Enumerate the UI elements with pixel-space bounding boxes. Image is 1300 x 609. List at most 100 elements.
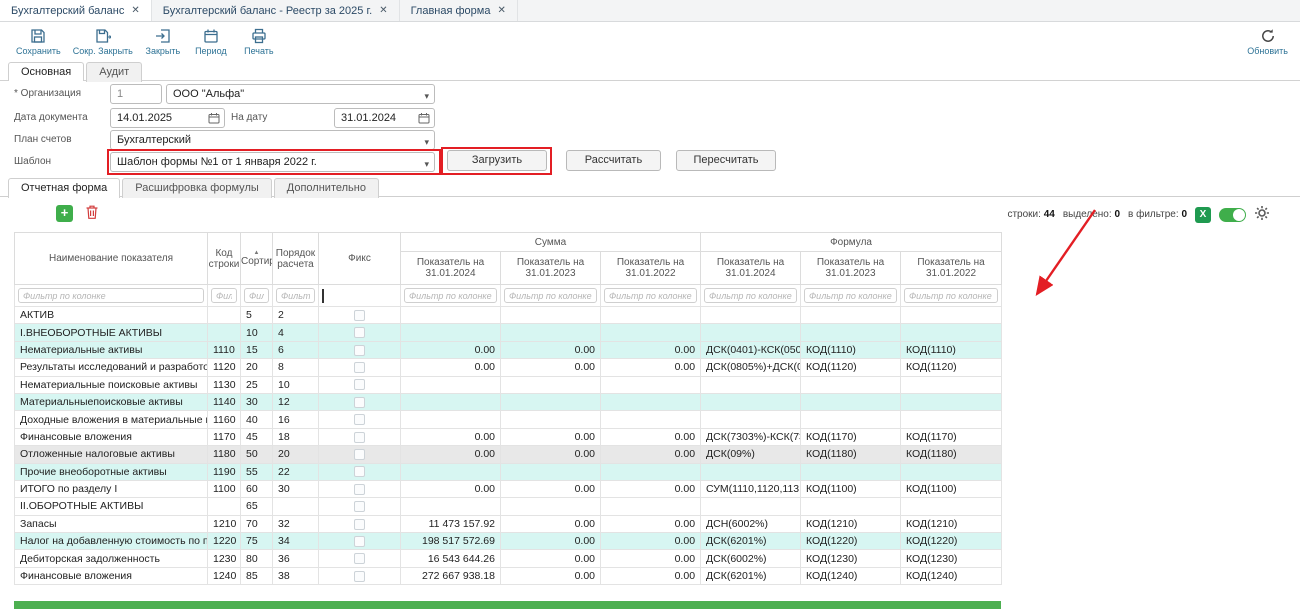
template-select[interactable]: Шаблон формы №1 от 1 января 2022 г. ▾	[110, 152, 435, 172]
tab-formula-decode[interactable]: Расшифровка формулы	[122, 178, 271, 198]
cell-fix[interactable]	[319, 567, 401, 584]
fix-checkbox[interactable]	[354, 536, 365, 547]
cell-fix[interactable]	[319, 550, 401, 567]
chart-of-accounts-select[interactable]: Бухгалтерский ▾	[110, 130, 435, 150]
table-row[interactable]: АКТИВ52	[15, 307, 1002, 324]
tab-additional[interactable]: Дополнительно	[274, 178, 379, 198]
fix-checkbox[interactable]	[354, 362, 365, 373]
fix-checkbox[interactable]	[354, 466, 365, 477]
table-row[interactable]: ИТОГО по разделу I110060300.000.000.00СУ…	[15, 480, 1002, 497]
fix-checkbox[interactable]	[354, 414, 365, 425]
table-row[interactable]: Отложенные налоговые активы118050200.000…	[15, 446, 1002, 463]
column-header-fix[interactable]: Фикс	[319, 233, 401, 285]
cell-fix[interactable]	[319, 498, 401, 515]
column-header-order[interactable]: Порядок расчета	[273, 233, 319, 285]
save-close-button[interactable]: Сокр. Закрыть	[67, 26, 139, 58]
organization-code-field[interactable]	[110, 84, 162, 104]
fix-checkbox[interactable]	[354, 501, 365, 512]
period-button[interactable]: Период	[187, 26, 235, 58]
column-header-sum-2024[interactable]: Показатель на 31.01.2024	[401, 252, 501, 285]
column-header-sort[interactable]: ▲Сортировки	[241, 233, 273, 285]
tab-audit[interactable]: Аудит	[86, 62, 142, 82]
cell-fix[interactable]	[319, 446, 401, 463]
filter-fix-cell[interactable]	[319, 285, 401, 307]
close-tab-icon[interactable]: ✕	[497, 5, 505, 16]
column-header-sum-2023[interactable]: Показатель на 31.01.2023	[501, 252, 601, 285]
filter-input-name[interactable]	[18, 288, 204, 303]
fix-checkbox[interactable]	[354, 310, 365, 321]
filter-input-formula-2024[interactable]	[704, 288, 797, 303]
cell-fix[interactable]	[319, 324, 401, 341]
delete-row-button[interactable]	[84, 204, 102, 222]
table-row[interactable]: Дебиторская задолженность1230803616 543 …	[15, 550, 1002, 567]
cell-fix[interactable]	[319, 393, 401, 410]
calendar-icon[interactable]	[418, 112, 430, 130]
cell-fix[interactable]	[319, 428, 401, 445]
refresh-button[interactable]: Обновить	[1241, 26, 1294, 58]
excel-export-icon[interactable]: X	[1195, 207, 1211, 223]
table-row[interactable]: I.ВНЕОБОРОТНЫЕ АКТИВЫ104	[15, 324, 1002, 341]
cell-fix[interactable]	[319, 515, 401, 532]
tab-main-form[interactable]: Главная форма ✕	[400, 0, 518, 21]
filter-input-sum-2022[interactable]	[604, 288, 697, 303]
filter-input-sum-2023[interactable]	[504, 288, 597, 303]
table-row[interactable]: Запасы1210703211 473 157.920.000.00ДСН(6…	[15, 515, 1002, 532]
cell-fix[interactable]	[319, 463, 401, 480]
filter-input-formula-2023[interactable]	[804, 288, 897, 303]
cell-fix[interactable]	[319, 411, 401, 428]
column-header-formula-2024[interactable]: Показатель на 31.01.2024	[701, 252, 801, 285]
filter-input-sum-2024[interactable]	[404, 288, 497, 303]
column-header-code[interactable]: Код строки	[208, 233, 241, 285]
add-row-button[interactable]: +	[56, 205, 73, 222]
table-row[interactable]: Нематериальные активы11101560.000.000.00…	[15, 341, 1002, 358]
cell-fix[interactable]	[319, 533, 401, 550]
table-row[interactable]: Налог на добавленную стоимость по пр...1…	[15, 533, 1002, 550]
fix-filter-checkbox[interactable]	[322, 289, 324, 303]
column-header-sum-2022[interactable]: Показатель на 31.01.2022	[601, 252, 701, 285]
gear-icon[interactable]	[1254, 205, 1270, 224]
table-row[interactable]: Финансовые вложения12408538272 667 938.1…	[15, 567, 1002, 584]
fix-checkbox[interactable]	[354, 484, 365, 495]
table-row[interactable]: Результаты исследований и разработок1120…	[15, 359, 1002, 376]
filter-input-code[interactable]	[211, 288, 237, 303]
recalculate-button[interactable]: Пересчитать	[676, 150, 776, 171]
column-header-formula-2022[interactable]: Показатель на 31.01.2022	[901, 252, 1002, 285]
tab-balance[interactable]: Бухгалтерский баланс ✕	[0, 0, 152, 21]
fix-checkbox[interactable]	[354, 571, 365, 582]
close-button[interactable]: Закрыть	[139, 26, 187, 58]
tab-report-form[interactable]: Отчетная форма	[8, 178, 120, 198]
cell-fix[interactable]	[319, 480, 401, 497]
doc-date-field[interactable]: 14.01.2025	[110, 108, 225, 128]
save-button[interactable]: Сохранить	[10, 26, 67, 58]
table-row[interactable]: Финансовые вложения117045180.000.000.00Д…	[15, 428, 1002, 445]
fix-checkbox[interactable]	[354, 449, 365, 460]
fix-checkbox[interactable]	[354, 432, 365, 443]
column-header-name[interactable]: Наименование показателя	[15, 233, 208, 285]
table-row[interactable]: Материальныепоисковые активы11403012	[15, 393, 1002, 410]
filter-input-sort[interactable]	[244, 288, 269, 303]
load-button[interactable]: Загрузить	[447, 150, 547, 171]
cell-fix[interactable]	[319, 359, 401, 376]
partial-row-highlight[interactable]	[14, 601, 1001, 609]
table-row[interactable]: Нематериальные поисковые активы11302510	[15, 376, 1002, 393]
table-row[interactable]: Прочие внеоборотные активы11905522	[15, 463, 1002, 480]
organization-select[interactable]: ООО "Альфа" ▾	[166, 84, 435, 104]
cell-fix[interactable]	[319, 376, 401, 393]
fix-checkbox[interactable]	[354, 345, 365, 356]
print-button[interactable]: Печать	[235, 26, 283, 58]
close-tab-icon[interactable]: ✕	[379, 5, 387, 16]
filter-input-formula-2022[interactable]	[904, 288, 998, 303]
close-tab-icon[interactable]: ✕	[131, 5, 139, 16]
table-row[interactable]: II.ОБОРОТНЫЕ АКТИВЫ65	[15, 498, 1002, 515]
fix-checkbox[interactable]	[354, 553, 365, 564]
tab-main[interactable]: Основная	[8, 62, 84, 81]
filter-input-order[interactable]	[276, 288, 315, 303]
cell-fix[interactable]	[319, 341, 401, 358]
fix-checkbox[interactable]	[354, 519, 365, 530]
table-row[interactable]: Доходные вложения в материальные ц...116…	[15, 411, 1002, 428]
calendar-icon[interactable]	[208, 112, 220, 130]
grid-toggle[interactable]	[1219, 208, 1246, 222]
column-header-formula-2023[interactable]: Показатель на 31.01.2023	[801, 252, 901, 285]
cell-fix[interactable]	[319, 307, 401, 324]
on-date-field[interactable]: 31.01.2024	[334, 108, 435, 128]
